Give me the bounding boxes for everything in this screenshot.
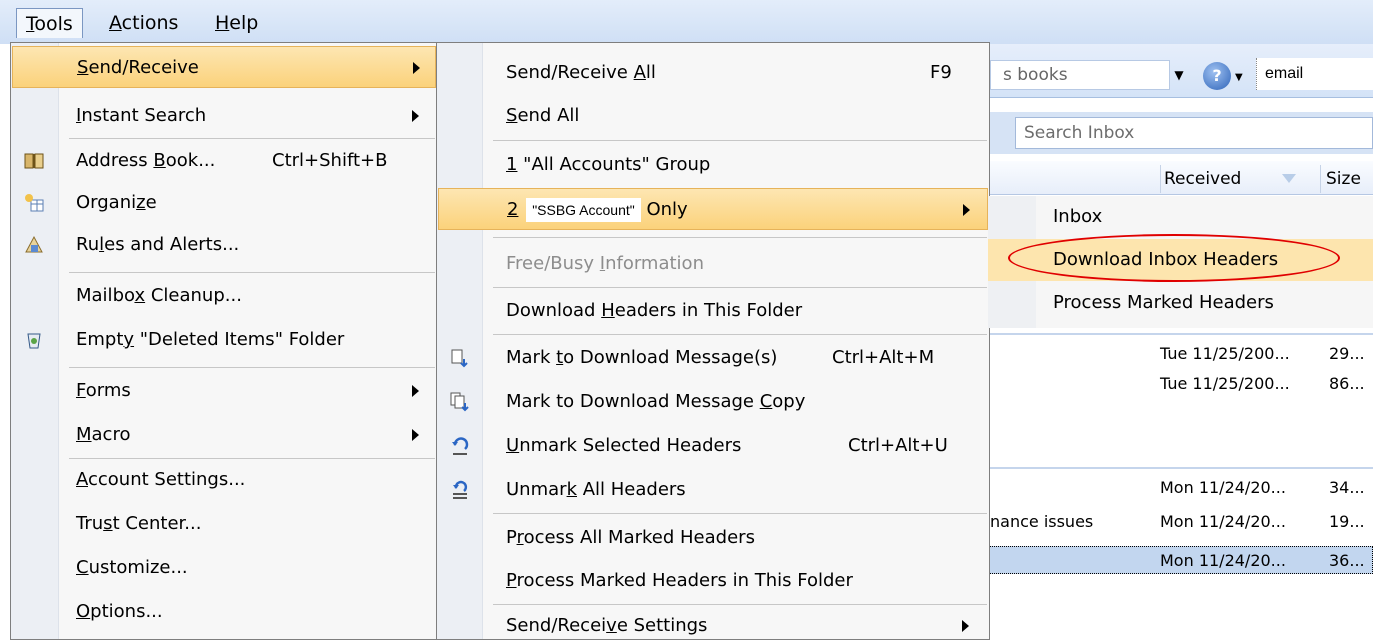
unmark-selected-icon (449, 435, 471, 457)
submenu-arrow-icon (413, 62, 420, 74)
menu-item-inbox[interactable]: Inbox (988, 196, 1373, 238)
table-row-selected[interactable]: Mon 11/24/20... 36... (980, 546, 1373, 574)
shortcut-label: Ctrl+Shift+B (272, 150, 388, 171)
table-row[interactable]: Tue 11/25/200... 86... (980, 370, 1373, 398)
row-size: 36... (1329, 551, 1365, 570)
menu-item-forms[interactable]: Forms (12, 370, 436, 412)
email-search-field[interactable]: email (1256, 58, 1373, 90)
group-separator (980, 333, 1373, 335)
unmark-all-icon (449, 479, 471, 501)
sort-descending-icon (1282, 174, 1296, 183)
menu-item-empty-deleted-items[interactable]: Empty "Deleted Items" Folder (12, 319, 436, 361)
mark-copy-icon (449, 391, 471, 413)
menu-item-unmark-selected[interactable]: Unmark Selected Headers Ctrl+Alt+U (438, 425, 988, 467)
menu-item-download-headers[interactable]: Download Headers in This Folder (438, 290, 988, 332)
organize-icon (23, 192, 45, 214)
account-name-label: "SSBG Account" (526, 198, 641, 222)
menu-item-send-receive[interactable]: Send/Receive (12, 46, 436, 88)
menu-separator (493, 237, 987, 238)
annotation-ellipse (1008, 234, 1340, 282)
shortcut-label: F9 (930, 62, 952, 83)
submenu-arrow-icon (412, 385, 419, 397)
menu-item-account-settings[interactable]: Account Settings... (12, 459, 436, 501)
mark-download-icon (449, 347, 471, 369)
address-book-icon (23, 150, 45, 172)
menu-item-send-all[interactable]: Send All (438, 95, 988, 137)
row-received: Mon 11/24/20... (1160, 512, 1286, 531)
menu-item-address-book[interactable]: Address Book... Ctrl+Shift+B (12, 140, 436, 182)
submenu-arrow-icon (962, 620, 969, 632)
row-size: 34... (1329, 478, 1365, 497)
menu-item-process-marked-folder[interactable]: Process Marked Headers in This Folder (438, 560, 988, 602)
menu-separator (69, 367, 435, 368)
menu-help[interactable]: Help (206, 8, 267, 38)
rules-icon (23, 234, 45, 256)
column-received[interactable]: Received (1160, 165, 1320, 193)
menu-item-send-receive-settings[interactable]: Send/Receive Settings (438, 605, 988, 640)
table-row[interactable]: Mon 11/24/20... 34... (980, 474, 1373, 502)
tools-menu: Send/Receive Instant Search Address Book… (10, 42, 438, 640)
menu-item-process-all-marked[interactable]: Process All Marked Headers (438, 517, 988, 559)
menu-item-rules-and-alerts[interactable]: Rules and Alerts... (12, 224, 436, 266)
search-inbox-input[interactable]: Search Inbox (1015, 117, 1373, 149)
menu-item-instant-search[interactable]: Instant Search (12, 95, 436, 137)
row-subject: nance issues (990, 512, 1094, 531)
combo-dropdown-icon[interactable]: ▼ (1168, 60, 1190, 90)
row-received: Tue 11/25/200... (1160, 374, 1290, 393)
menu-separator (69, 272, 435, 273)
row-size: 19... (1329, 512, 1365, 531)
menu-item-options[interactable]: Options... (12, 591, 436, 633)
menu-item-process-marked-headers[interactable]: Process Marked Headers (988, 282, 1373, 324)
menu-item-customize[interactable]: Customize... (12, 547, 436, 589)
menu-item-macro[interactable]: Macro (12, 414, 436, 456)
menu-item-free-busy: Free/Busy Information (506, 253, 704, 274)
menu-item-mark-copy[interactable]: Mark to Download Message Copy (438, 381, 988, 423)
shortcut-label: Ctrl+Alt+U (848, 435, 948, 456)
menu-item-mark-to-download[interactable]: Mark to Download Message(s) Ctrl+Alt+M (438, 337, 988, 379)
recycle-bin-icon (23, 329, 45, 351)
menu-separator (493, 513, 987, 514)
row-size: 86... (1329, 374, 1365, 393)
search-address-books-combo[interactable]: s books (990, 60, 1170, 90)
help-icon[interactable]: ? (1203, 62, 1231, 90)
shortcut-label: Ctrl+Alt+M (832, 347, 935, 368)
menu-actions[interactable]: Actions (100, 8, 187, 38)
menu-separator (493, 140, 987, 141)
menu-separator (493, 287, 987, 288)
send-receive-submenu: Send/Receive All F9 Send All 1 "All Acco… (436, 42, 990, 640)
menu-item-trust-center[interactable]: Trust Center... (12, 503, 436, 545)
submenu-arrow-icon (412, 429, 419, 441)
submenu-arrow-icon (963, 204, 970, 216)
table-row[interactable]: nance issues Mon 11/24/20... 19... (980, 508, 1373, 536)
submenu-arrow-icon (412, 110, 419, 122)
row-size: 29... (1329, 344, 1365, 363)
menu-item-organize[interactable]: Organize (12, 182, 436, 224)
menu-separator (69, 138, 435, 139)
menu-separator (493, 334, 987, 335)
row-received: Mon 11/24/20... (1160, 551, 1286, 570)
menu-item-unmark-all[interactable]: Unmark All Headers (438, 469, 988, 511)
table-row[interactable]: Tue 11/25/200... 29... (980, 340, 1373, 368)
group-separator (980, 467, 1373, 469)
menu-item-send-receive-all[interactable]: Send/Receive All F9 (438, 52, 988, 94)
toolbar-options-icon[interactable]: ▼ (1235, 72, 1243, 83)
column-size[interactable]: Size (1320, 165, 1373, 193)
row-received: Tue 11/25/200... (1160, 344, 1290, 363)
menu-item-account-only[interactable]: 2 "SSBG Account" Only (438, 188, 988, 230)
row-received: Mon 11/24/20... (1160, 478, 1286, 497)
menu-tools[interactable]: Tools (16, 8, 83, 38)
menu-item-all-accounts-group[interactable]: 1 "All Accounts" Group (438, 144, 988, 186)
menu-item-mailbox-cleanup[interactable]: Mailbox Cleanup... (12, 275, 436, 317)
menu-bar: Tools Actions Help (0, 0, 1373, 44)
